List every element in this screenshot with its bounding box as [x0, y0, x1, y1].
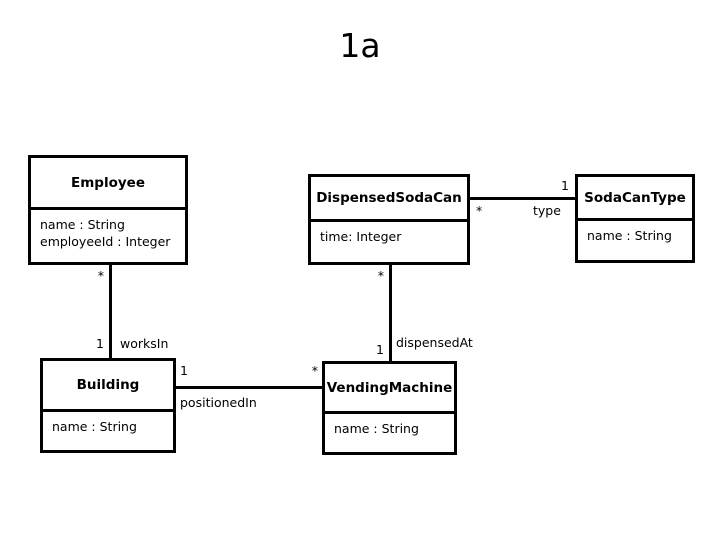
multiplicity-works-in-building: 1	[96, 336, 104, 351]
uml-class-diagram-canvas: 1a Employee name : String employeeId : I…	[0, 0, 720, 540]
attribute-row: name : String	[40, 217, 125, 232]
attribute-row: employeeId : Integer	[40, 234, 171, 249]
class-name-employee: Employee	[31, 158, 185, 210]
class-box-dispensed-soda-can[interactable]: DispensedSodaCan time: Integer	[308, 174, 470, 265]
multiplicity-works-in-employee: *	[97, 268, 104, 283]
multiplicity-type-soda-can-type: 1	[561, 178, 569, 193]
attribute-row: name : String	[587, 228, 672, 243]
association-line-works-in	[109, 263, 112, 361]
attribute-row: name : String	[334, 421, 419, 436]
class-name-dispensed-soda-can: DispensedSodaCan	[311, 177, 467, 222]
class-box-building[interactable]: Building name : String	[40, 358, 176, 453]
diagram-title: 1a	[339, 26, 381, 65]
association-label-works-in: worksIn	[120, 336, 169, 351]
association-label-positioned-in: positionedIn	[180, 395, 257, 410]
class-name-soda-can-type: SodaCanType	[578, 177, 692, 221]
class-box-soda-can-type[interactable]: SodaCanType name : String	[575, 174, 695, 263]
class-name-building: Building	[43, 361, 173, 412]
class-box-vending-machine[interactable]: VendingMachine name : String	[322, 361, 457, 455]
multiplicity-positioned-in-vending-machine: *	[311, 363, 318, 378]
class-box-employee[interactable]: Employee name : String employeeId : Inte…	[28, 155, 188, 265]
multiplicity-dispensed-at-soda-can: *	[377, 268, 384, 283]
class-attributes-vending-machine: name : String	[325, 414, 454, 441]
attribute-row: name : String	[52, 419, 137, 434]
class-attributes-dispensed-soda-can: time: Integer	[311, 222, 467, 249]
class-attributes-soda-can-type: name : String	[578, 221, 692, 248]
class-name-vending-machine: VendingMachine	[325, 364, 454, 414]
class-attributes-employee: name : String employeeId : Integer	[31, 210, 185, 254]
association-label-type: type	[533, 203, 561, 218]
multiplicity-dispensed-at-vending-machine: 1	[376, 342, 384, 357]
association-label-dispensed-at: dispensedAt	[396, 335, 473, 350]
class-attributes-building: name : String	[43, 412, 173, 439]
multiplicity-type-soda-can: *	[476, 203, 483, 218]
association-line-dispensed-at	[389, 263, 392, 363]
attribute-row: time: Integer	[320, 229, 402, 244]
multiplicity-positioned-in-building: 1	[180, 363, 188, 378]
association-line-positioned-in	[174, 386, 324, 389]
association-line-type	[468, 197, 577, 200]
